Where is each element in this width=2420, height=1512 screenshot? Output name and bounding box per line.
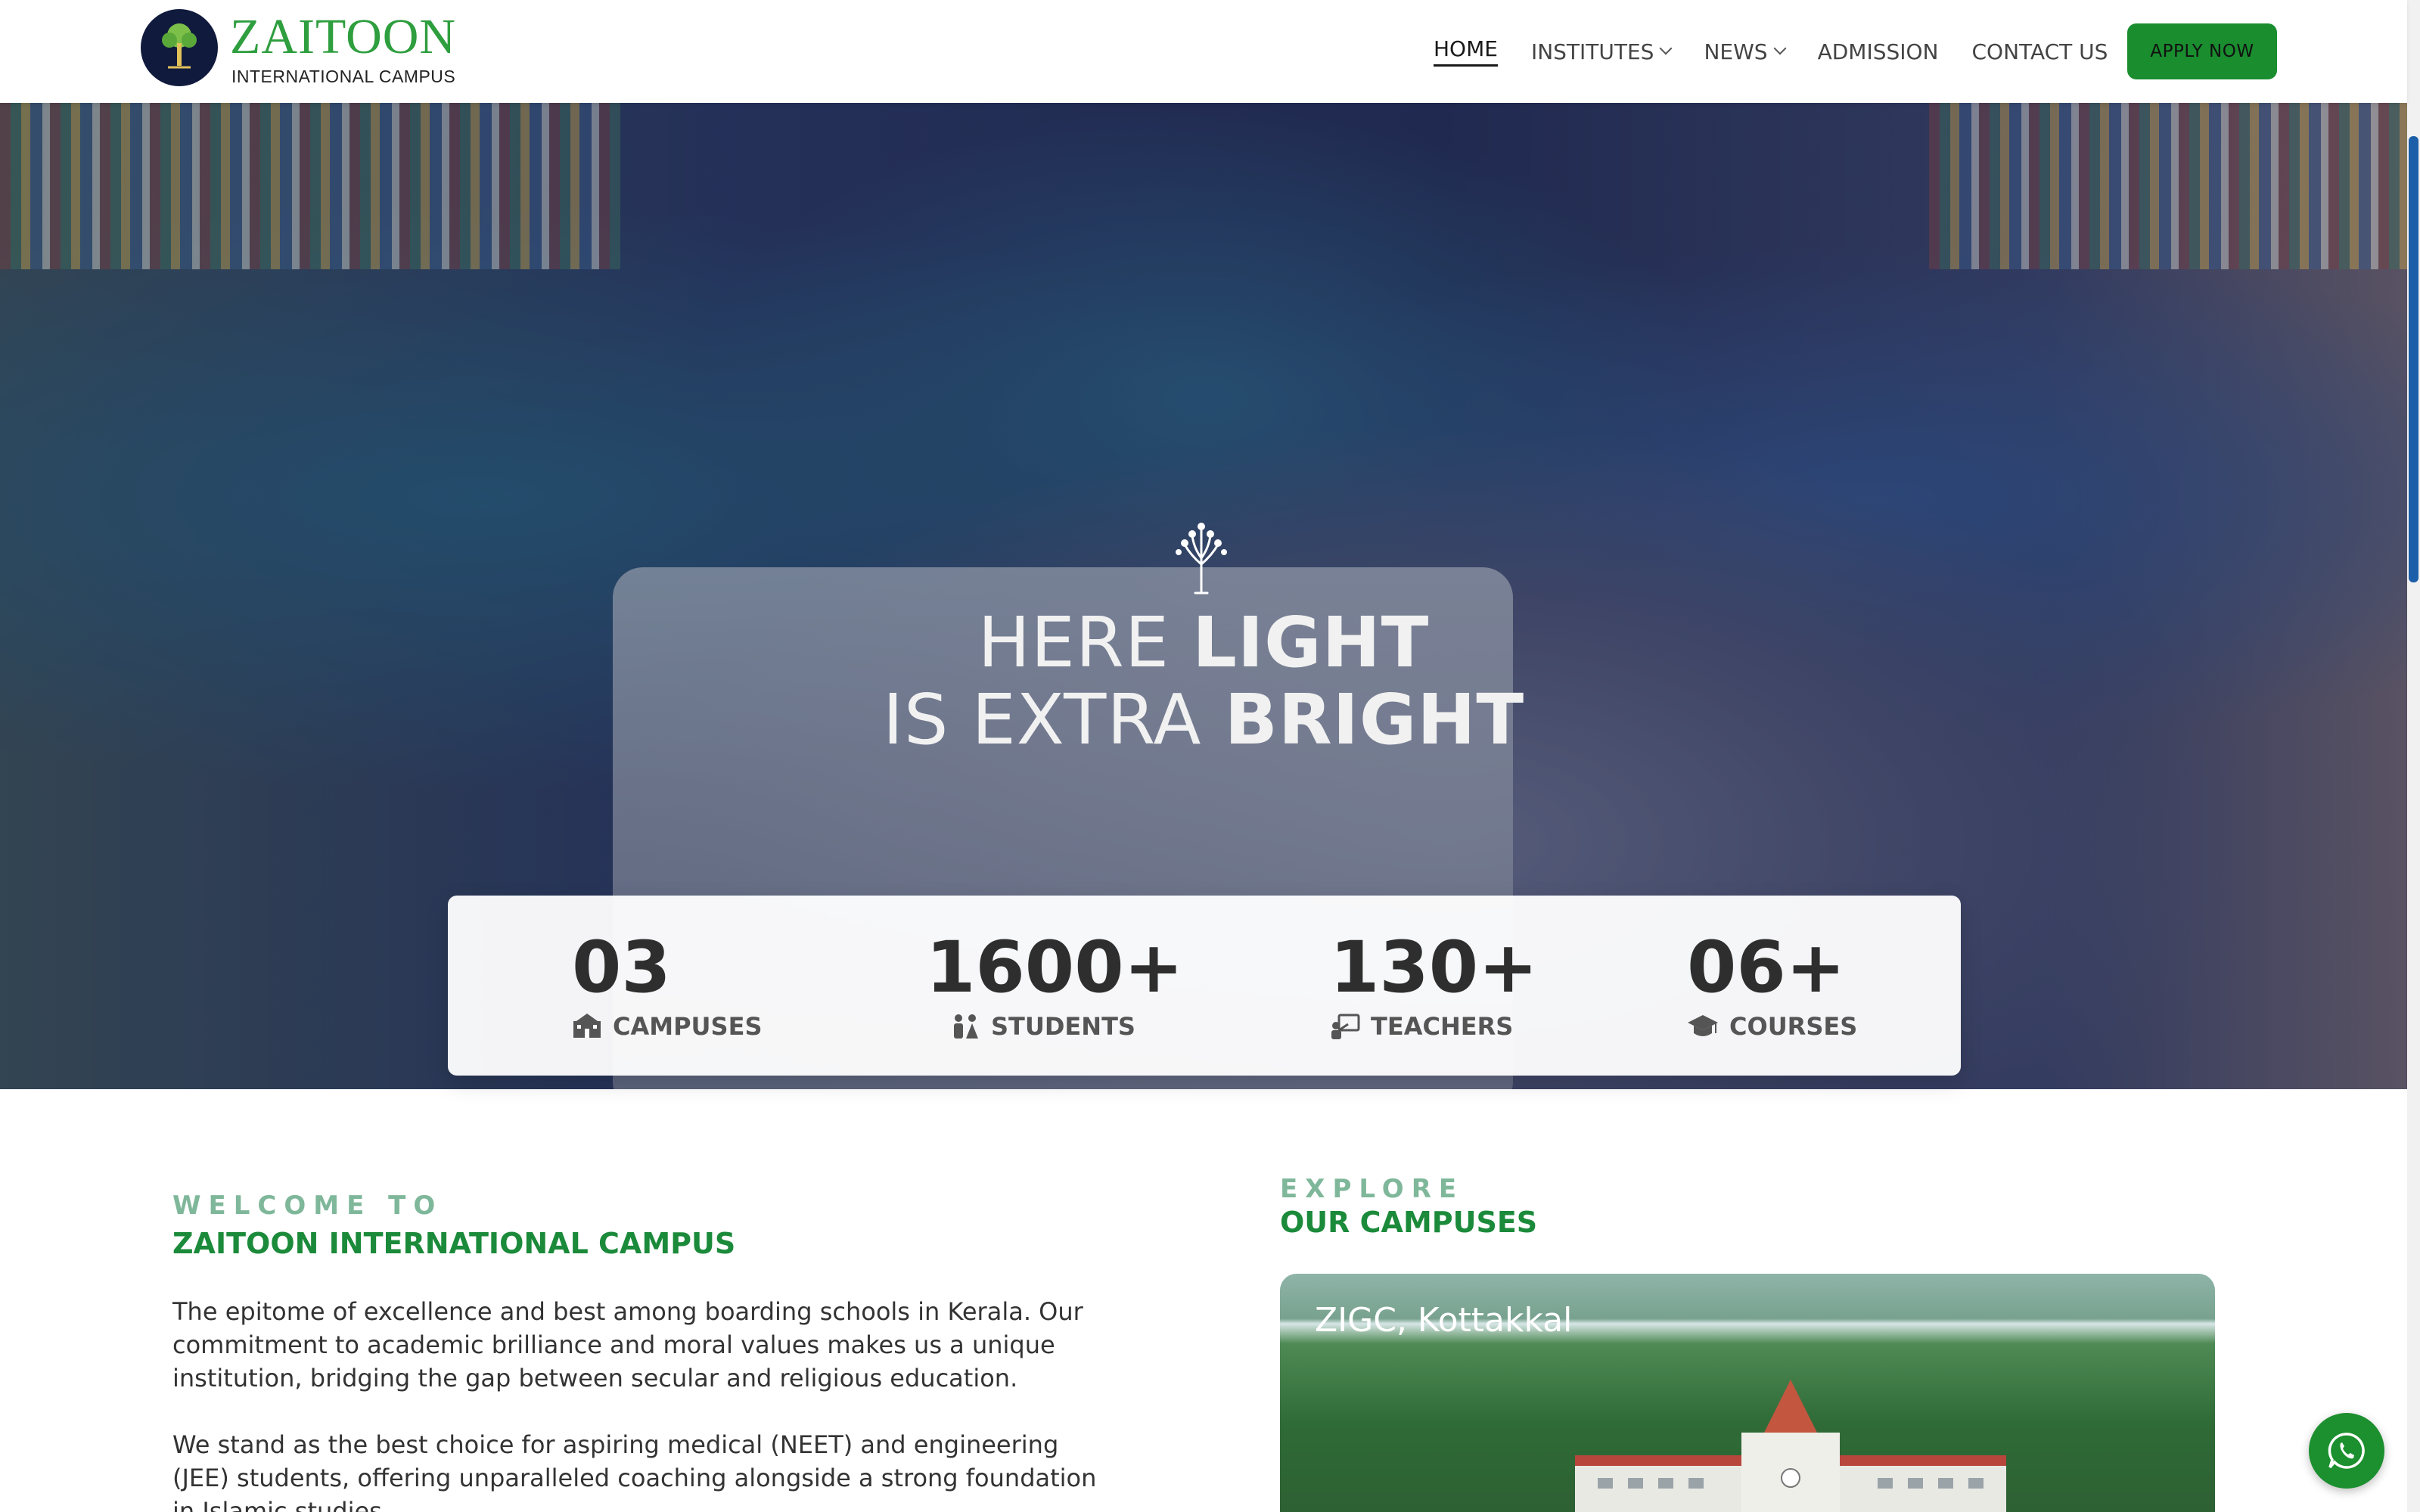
stat-teachers: 130+ TEACHERS <box>1330 927 1538 1042</box>
stat-campuses: 03 CAMPUSES <box>572 927 763 1042</box>
whatsapp-icon <box>2328 1433 2365 1469</box>
stat-courses: 06+ COURSES <box>1687 927 1858 1042</box>
stat-students: 1600+ STUDENTS <box>926 927 1184 1042</box>
stats-panel: 03 CAMPUSES 1600+ STUDENTS 130+ TEACHERS… <box>448 896 1961 1076</box>
stat-value: 130+ <box>1330 927 1538 1009</box>
welcome-kicker: WELCOME TO <box>172 1191 443 1221</box>
nav-admission[interactable]: ADMISSION <box>1818 39 1939 64</box>
nav-home[interactable]: HOME <box>1434 36 1498 67</box>
stat-label: COURSES <box>1729 1012 1858 1041</box>
teacher-icon <box>1331 1014 1360 1039</box>
stat-value: 06+ <box>1687 927 1846 1009</box>
apply-now-button[interactable]: APPLY NOW <box>2127 23 2277 79</box>
scrollbar-thumb[interactable] <box>2409 136 2418 582</box>
stat-label: STUDENTS <box>991 1012 1135 1041</box>
bookshelf-image <box>0 103 620 269</box>
stat-value: 1600+ <box>926 927 1184 1009</box>
chevron-down-icon <box>1659 42 1673 55</box>
welcome-paragraph: We stand as the best choice for aspiring… <box>172 1430 1097 1512</box>
stat-value: 03 <box>572 927 671 1009</box>
logo-title: ZAITOON <box>230 9 457 64</box>
tree-icon <box>1176 523 1227 595</box>
nav-news[interactable]: NEWS <box>1704 39 1787 64</box>
logo-emblem-icon <box>141 9 218 86</box>
hero-headline-line2: IS EXTRA BRIGHT <box>882 679 1525 760</box>
campus-name: ZIGC, Kottakkal <box>1315 1301 1573 1340</box>
site-header: ZAITOON INTERNATIONAL CAMPUS HOME INSTIT… <box>0 0 2407 103</box>
campus-card[interactable]: ZIGC, Kottakkal <box>1280 1274 2215 1512</box>
chevron-down-icon <box>1773 42 1787 55</box>
site-logo[interactable]: ZAITOON INTERNATIONAL CAMPUS <box>141 9 455 88</box>
bookshelf-image <box>1929 103 2407 269</box>
stat-label: TEACHERS <box>1371 1012 1514 1041</box>
students-icon <box>954 1014 978 1039</box>
main-nav: HOME INSTITUTES NEWS ADMISSION CONTACT U… <box>1434 30 2141 73</box>
whatsapp-button[interactable] <box>2309 1413 2384 1489</box>
nav-institutes[interactable]: INSTITUTES <box>1531 39 1673 64</box>
stat-label: CAMPUSES <box>613 1012 763 1041</box>
logo-subtitle: INTERNATIONAL CAMPUS <box>231 67 456 86</box>
nav-contact-us[interactable]: CONTACT US <box>1972 39 2108 64</box>
school-icon <box>573 1014 601 1038</box>
welcome-title: ZAITOON INTERNATIONAL CAMPUS <box>172 1227 736 1260</box>
campus-building-image <box>1575 1380 2006 1512</box>
explore-kicker: EXPLORE <box>1280 1174 1465 1204</box>
hero-headline-line1: HERE LIGHT <box>977 602 1430 683</box>
graduation-cap-icon <box>1688 1015 1718 1036</box>
welcome-paragraph: The epitome of excellence and best among… <box>172 1297 1083 1392</box>
explore-title: OUR CAMPUSES <box>1280 1206 1538 1239</box>
